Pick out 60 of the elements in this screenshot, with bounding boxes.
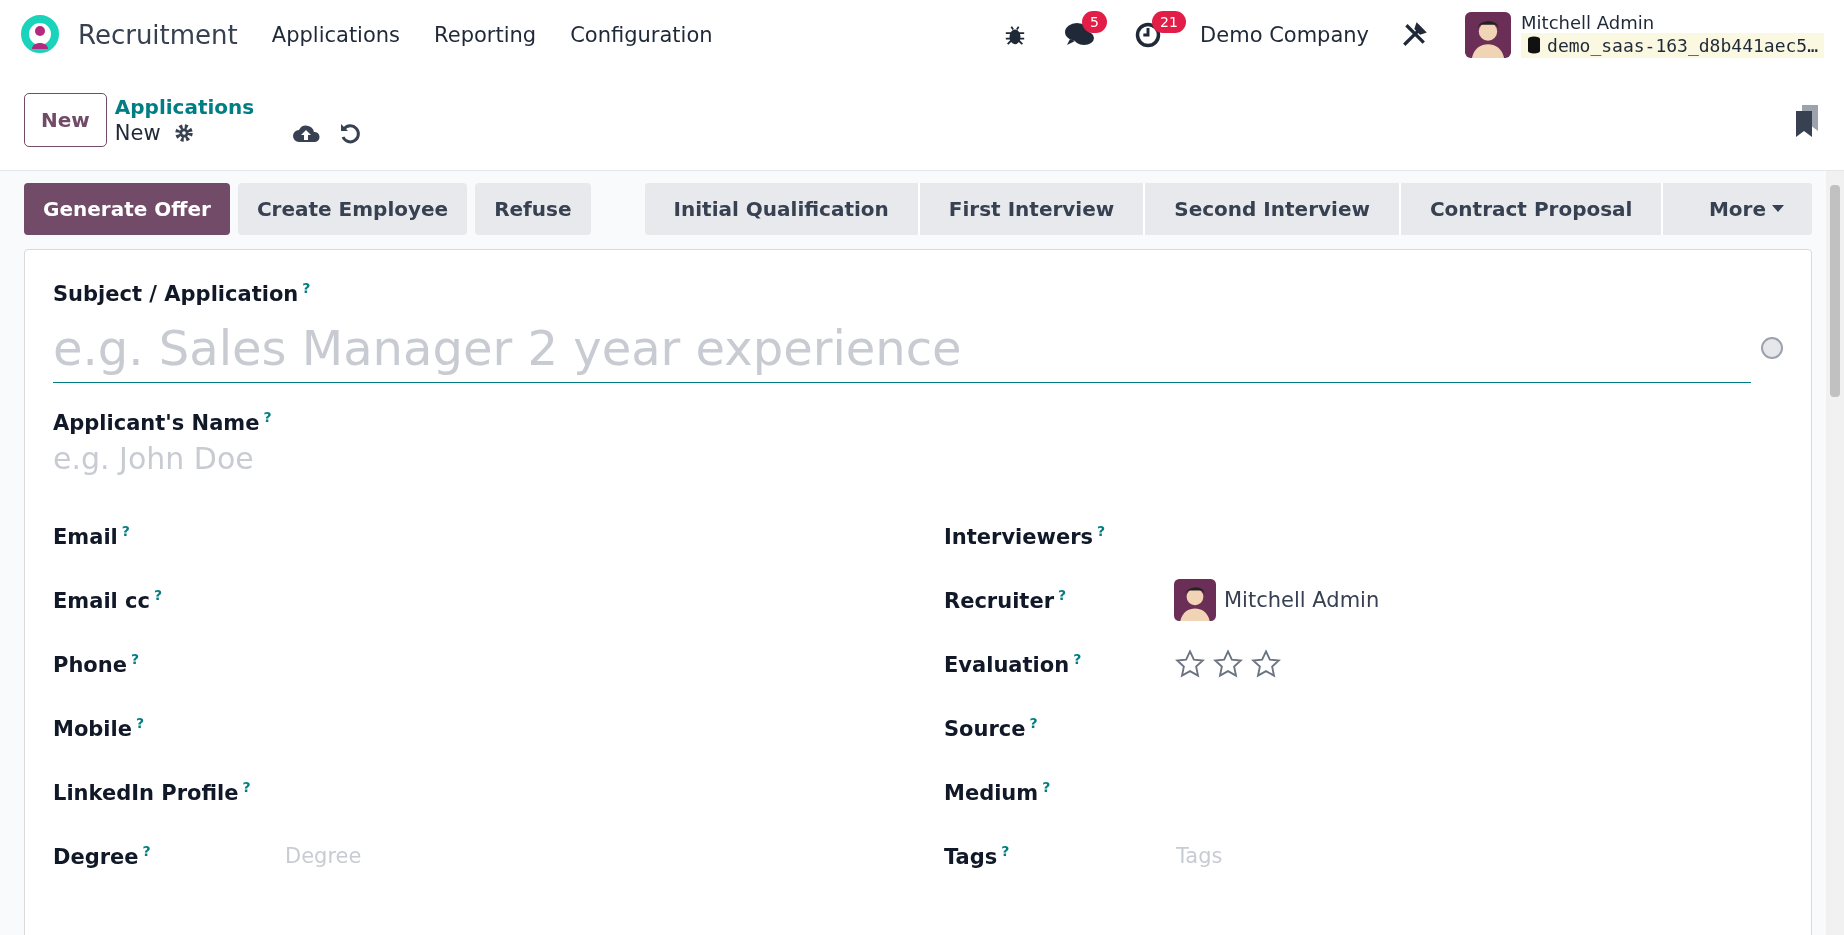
field-label: Tags $^{?}$ [944, 843, 1011, 869]
database-icon [1527, 36, 1542, 54]
help-tooltip[interactable]: ? [130, 651, 140, 667]
field-label: LinkedIn Profile $^{?}$ [53, 779, 252, 805]
action-button[interactable]: Create Employee [237, 183, 468, 235]
avatar-icon [1174, 579, 1216, 621]
field-label: Applicant's Name $^{?}$ [53, 411, 272, 435]
field-label: Email cc $^{?}$ [53, 587, 164, 613]
priority-dot[interactable] [1761, 337, 1783, 359]
help-tooltip[interactable]: ? [136, 715, 145, 731]
help-tooltip[interactable]: ? [1001, 843, 1010, 859]
help-tooltip[interactable]: ? [302, 280, 311, 296]
help-tooltip[interactable]: ? [142, 843, 151, 859]
field-label: Interviewers $^{?}$ [944, 523, 1107, 549]
caret-icon [1772, 205, 1784, 213]
field-label: Medium $^{?}$ [944, 779, 1052, 805]
field-label: Email $^{?}$ [53, 523, 131, 549]
field-label: Recruiter $^{?}$ [944, 587, 1068, 613]
help-tooltip[interactable]: ? [154, 587, 163, 603]
user-name[interactable]: Mitchell Admin [1224, 588, 1380, 612]
company-name[interactable]: Demo Company [1200, 23, 1370, 47]
field-label: Degree $^{?}$ [53, 843, 152, 869]
record-title: New [114, 121, 161, 145]
action-button[interactable]: Generate Offer [24, 183, 230, 235]
field-label: Source $^{?}$ [944, 715, 1039, 741]
menu-item[interactable]: Configuration [570, 23, 713, 47]
database-name: demo_saas-163_d8b441aec5… [1521, 32, 1824, 58]
scrollbar-thumb[interactable] [1830, 185, 1840, 397]
action-button[interactable]: Refuse [475, 183, 591, 235]
star-icon[interactable] [1174, 648, 1206, 680]
user-name[interactable]: Mitchell Admin [1521, 12, 1824, 33]
help-tooltip[interactable]: ? [242, 779, 251, 795]
stage-tab[interactable]: Initial Qualification [644, 183, 920, 235]
field-label: Mobile $^{?}$ [53, 715, 146, 741]
field-label: Evaluation $^{?}$ [944, 651, 1083, 677]
app-logo-icon[interactable] [20, 15, 60, 55]
help-tooltip[interactable]: ? [1097, 523, 1106, 539]
help-tooltip[interactable]: ? [1073, 651, 1082, 667]
field-label: Subject / Application $^{?}$ [53, 282, 311, 306]
avatar-icon [1465, 12, 1512, 58]
bug-icon[interactable] [1004, 24, 1027, 46]
help-tooltip[interactable]: ? [1029, 715, 1038, 731]
field-label: Phone $^{?}$ [53, 651, 141, 677]
clock-icon[interactable] [1134, 21, 1163, 49]
help-tooltip[interactable]: ? [263, 409, 272, 425]
help-tooltip[interactable]: ? [1058, 587, 1067, 603]
star-icon[interactable] [1250, 648, 1282, 680]
menu-item[interactable]: Reporting [434, 23, 537, 47]
help-tooltip[interactable]: ? [1042, 779, 1051, 795]
undo-icon[interactable] [338, 121, 363, 145]
star-icon[interactable] [1212, 648, 1244, 680]
notification-badge: 5 [1082, 11, 1107, 33]
tools-icon[interactable] [1401, 22, 1428, 48]
new-button[interactable]: New [24, 93, 107, 147]
bookmark-icon[interactable] [1794, 103, 1820, 137]
menu-item[interactable]: Applications [271, 23, 401, 47]
app-name[interactable]: Recruitment [78, 20, 238, 50]
notification-badge: 21 [1152, 11, 1186, 33]
help-tooltip[interactable]: ? [121, 523, 130, 539]
breadcrumb-link[interactable]: Applications [114, 95, 255, 119]
